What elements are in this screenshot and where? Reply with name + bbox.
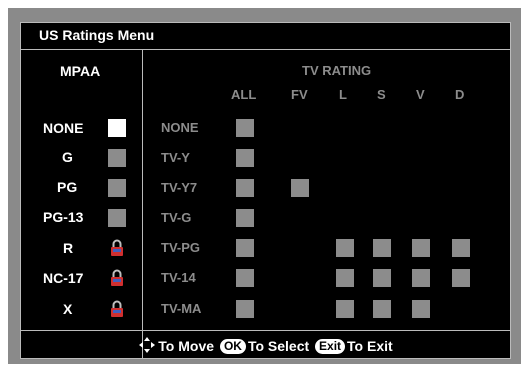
tv-rating-header: TV RATING	[302, 63, 372, 78]
lock-icon[interactable]	[110, 300, 124, 318]
tv-row-label: TV-Y	[161, 150, 190, 165]
mpaa-label-r: R	[63, 240, 74, 256]
tv-row-label: TV-Y7	[161, 180, 198, 195]
mpaa-pg-checkbox[interactable]	[108, 179, 126, 197]
mpaa-pg13-checkbox[interactable]	[108, 209, 126, 227]
lock-icon[interactable]	[110, 269, 124, 287]
four-way-arrow-icon	[139, 337, 156, 353]
mpaa-label-g: G	[62, 149, 73, 165]
tv-row-label: NONE	[161, 120, 199, 135]
tv-row-label: TV-MA	[161, 301, 202, 316]
tv-pg-v-checkbox[interactable]	[412, 239, 430, 257]
footer-exit-text: To Exit	[347, 338, 393, 354]
footer-select-text: To Select	[247, 338, 310, 354]
mpaa-label-pg: PG	[57, 179, 78, 195]
footer-move-text: To Move	[158, 338, 215, 354]
menu-title: US Ratings Menu	[39, 27, 155, 43]
tv-row-label: TV-PG	[161, 240, 201, 255]
title-bar: US Ratings Menu	[21, 23, 510, 50]
mpaa-label-x: X	[63, 301, 73, 317]
footer-help: To Move OK To Select Exit To Exit	[21, 336, 510, 354]
ratings-menu-panel: US Ratings Menu MPAA NONE G PG PG-13 R N…	[20, 22, 511, 359]
tv-ma-v-checkbox[interactable]	[412, 300, 430, 318]
tv-y7-all-checkbox[interactable]	[236, 179, 254, 197]
ok-key-icon: OK	[219, 339, 246, 354]
tv-14-d-checkbox[interactable]	[452, 269, 470, 287]
column-divider	[142, 49, 143, 358]
tv-none-all-checkbox[interactable]	[236, 119, 254, 137]
tv-y7-fv-checkbox[interactable]	[291, 179, 309, 197]
tv-pg-s-checkbox[interactable]	[373, 239, 391, 257]
mpaa-label-nc17: NC-17	[43, 270, 84, 286]
tv-col-s: S	[377, 87, 386, 102]
tv-y-all-checkbox[interactable]	[236, 149, 254, 167]
mpaa-label-pg13: PG-13	[43, 209, 84, 225]
tv-ma-l-checkbox[interactable]	[336, 300, 354, 318]
tv-col-fv: FV	[291, 87, 308, 102]
mpaa-none-checkbox[interactable]	[108, 119, 126, 137]
mpaa-header: MPAA	[60, 63, 101, 79]
tv-ma-s-checkbox[interactable]	[373, 300, 391, 318]
tv-14-s-checkbox[interactable]	[373, 269, 391, 287]
tv-col-d: D	[455, 87, 465, 102]
tv-col-all: ALL	[231, 87, 257, 102]
tv-ma-all-checkbox[interactable]	[236, 300, 254, 318]
tv-col-v: V	[416, 87, 425, 102]
tv-pg-l-checkbox[interactable]	[336, 239, 354, 257]
lock-icon[interactable]	[110, 239, 124, 257]
footer-bar: To Move OK To Select Exit To Exit	[21, 330, 510, 358]
tv-14-all-checkbox[interactable]	[236, 269, 254, 287]
tv-pg-d-checkbox[interactable]	[452, 239, 470, 257]
tv-row-label: TV-G	[161, 210, 192, 225]
mpaa-g-checkbox[interactable]	[108, 149, 126, 167]
tv-pg-all-checkbox[interactable]	[236, 239, 254, 257]
tv-col-l: L	[339, 87, 347, 102]
mpaa-label-none: NONE	[43, 120, 84, 136]
exit-key-icon: Exit	[315, 339, 346, 354]
tv-14-v-checkbox[interactable]	[412, 269, 430, 287]
tv-g-all-checkbox[interactable]	[236, 209, 254, 227]
tv-row-label: TV-14	[161, 270, 196, 285]
tv-14-l-checkbox[interactable]	[336, 269, 354, 287]
